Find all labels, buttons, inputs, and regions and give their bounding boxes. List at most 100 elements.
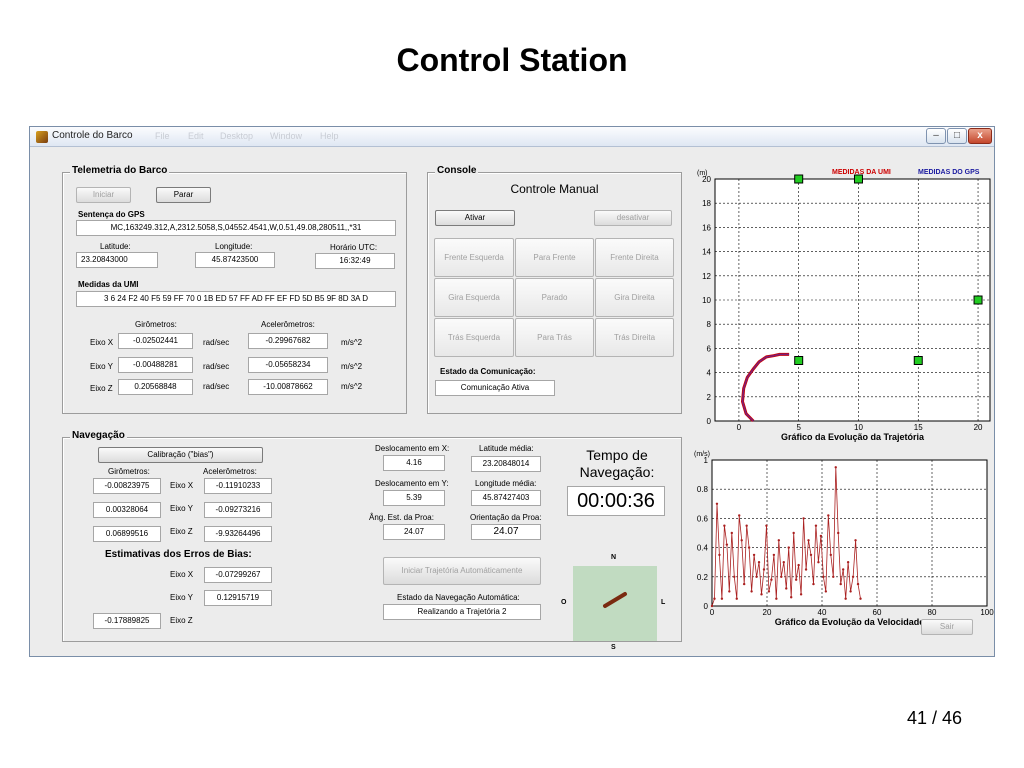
speed-point xyxy=(787,546,790,549)
rotate-left-button[interactable]: Gira Esquerda xyxy=(434,278,514,317)
y-tick-label: 0 xyxy=(704,602,709,611)
accel-unit: m/s^2 xyxy=(341,362,363,371)
telemetry-title: Telemetria do Barco xyxy=(70,165,170,176)
bias-x-field: -0.07299267 xyxy=(204,567,272,583)
exit-button[interactable]: Sair xyxy=(921,619,973,635)
bias-x-label: Eixo X xyxy=(170,570,194,579)
back-left-button[interactable]: Trás Esquerda xyxy=(434,318,514,357)
compass-west-label: O xyxy=(561,599,567,606)
avg-latitude-label: Latitude média: xyxy=(479,444,534,453)
compass-south-label: S xyxy=(611,644,616,651)
activate-button[interactable]: Ativar xyxy=(435,210,515,226)
y-axis-label: (m/s) xyxy=(694,451,710,458)
speed-point xyxy=(755,575,758,578)
accel-label: Acelerômetros: xyxy=(261,320,315,329)
slide-title: Control Station xyxy=(396,42,628,78)
avg-longitude-field: 45.87427403 xyxy=(471,490,541,506)
speed-point xyxy=(819,534,823,538)
axis-x-label: Eixo X xyxy=(90,338,114,347)
speed-point xyxy=(849,590,852,593)
rotate-right-button[interactable]: Gira Direita xyxy=(595,278,674,317)
heading-label: Orientação da Proa: xyxy=(470,513,542,522)
speed-point xyxy=(733,575,736,578)
y-tick-label: 2 xyxy=(707,393,712,402)
speed-point xyxy=(846,561,850,564)
speed-point xyxy=(752,553,756,557)
speed-point xyxy=(725,543,729,546)
calibration-button[interactable]: Calibração ("bias") xyxy=(98,447,263,463)
start-auto-trajectory-button[interactable]: Iniciar Trajetória Automáticamente xyxy=(383,557,541,585)
est-heading-label: Âng. Est. da Proa: xyxy=(369,513,434,522)
nav-axis-x-label: Eixo X xyxy=(170,481,194,490)
gps-point xyxy=(794,174,804,184)
forward-left-button[interactable]: Frente Esquerda xyxy=(434,238,514,277)
start-button[interactable]: Iniciar xyxy=(76,187,131,203)
x-tick-label: 5 xyxy=(796,423,801,432)
forward-button[interactable]: Para Frente xyxy=(515,238,594,277)
speed-point xyxy=(775,597,778,600)
console-panel: Console Controle Manual Ativar desativar… xyxy=(427,165,682,414)
maximize-button[interactable]: □ xyxy=(947,128,967,144)
window-titlebar[interactable]: Controle do Barco File Edit Desktop Wind… xyxy=(30,127,994,147)
speed-point xyxy=(785,587,788,590)
forward-right-button[interactable]: Frente Direita xyxy=(595,238,674,277)
minimize-button[interactable]: – xyxy=(926,128,946,144)
gps-point xyxy=(973,295,983,305)
comm-state-field: Comunicação Ativa xyxy=(435,380,555,396)
speed-point xyxy=(728,590,731,593)
back-button[interactable]: Para Trás xyxy=(515,318,594,357)
speed-point xyxy=(772,553,776,557)
speed-point xyxy=(832,575,835,578)
y-tick-label: 0.6 xyxy=(697,514,709,523)
displacement-y-label: Deslocamento em Y: xyxy=(375,479,449,488)
bias-z-label: Eixo Z xyxy=(170,616,193,625)
nav-time-label-line1: Tempo de xyxy=(586,447,648,463)
speed-point xyxy=(745,524,748,527)
speed-point xyxy=(713,597,716,600)
imu-field: 3 6 24 F2 40 F5 59 FF 70 0 1B ED 57 FF A… xyxy=(76,291,396,307)
nav-gyro-label: Girômetros: xyxy=(108,467,150,476)
avg-longitude-label: Longitude média: xyxy=(475,479,537,488)
axis-y-label: Eixo Y xyxy=(90,362,113,371)
chart-title: Gráfico da Evolução da Velocidade xyxy=(775,617,925,627)
velocity-chart-area: 0 20 40 60 80 100 0 0.2 0.4 0.6 0.8 1 (m/s) (s) Gráfic… xyxy=(682,442,994,632)
speed-point xyxy=(765,524,768,527)
speed-point xyxy=(802,517,805,520)
speed-point xyxy=(710,604,714,608)
x-tick-label: 0 xyxy=(710,608,715,617)
deactivate-button[interactable]: desativar xyxy=(594,210,672,226)
speed-point xyxy=(797,563,800,567)
speed-point xyxy=(747,546,751,549)
y-tick-label: 0 xyxy=(707,417,712,426)
compass-east-label: L xyxy=(661,599,666,606)
speed-point xyxy=(799,593,803,596)
accel-unit: m/s^2 xyxy=(341,338,363,347)
x-tick-label: 60 xyxy=(873,608,882,617)
close-button[interactable]: x xyxy=(968,128,992,144)
x-tick-label: 40 xyxy=(818,608,827,617)
speed-point xyxy=(859,597,862,600)
speed-point xyxy=(844,597,847,600)
avg-latitude-field: 23.20848014 xyxy=(471,456,541,472)
nav-accel-z-field: -9.93264496 xyxy=(204,526,272,542)
nav-accel-x-field: -0.11910233 xyxy=(204,478,272,494)
stop-button[interactable]: Parar xyxy=(156,187,211,203)
displacement-x-label: Deslocamento em X: xyxy=(375,444,450,453)
y-tick-label: 4 xyxy=(707,369,712,378)
gps-point xyxy=(794,356,804,365)
speed-point xyxy=(740,539,743,542)
speed-point xyxy=(718,553,721,557)
ghost-menu-item: File xyxy=(155,131,170,141)
x-tick-label: 80 xyxy=(928,608,937,617)
accel-y-field: -0.05658234 xyxy=(248,357,328,373)
legend-entry-imu: MEDIDAS DA UMI xyxy=(832,169,891,176)
y-tick-label: 18 xyxy=(702,199,711,208)
displacement-x-field: 4.16 xyxy=(383,455,445,471)
bias-z-field: -0.17889825 xyxy=(93,613,161,629)
stop-motion-button[interactable]: Parado xyxy=(515,278,594,317)
back-right-button[interactable]: Trás Direita xyxy=(595,318,674,357)
ghost-menu-item: Edit xyxy=(188,131,204,141)
nav-accel-label: Acelerômetros: xyxy=(203,467,257,476)
x-tick-label: 15 xyxy=(914,423,923,432)
speed-point xyxy=(856,582,860,586)
